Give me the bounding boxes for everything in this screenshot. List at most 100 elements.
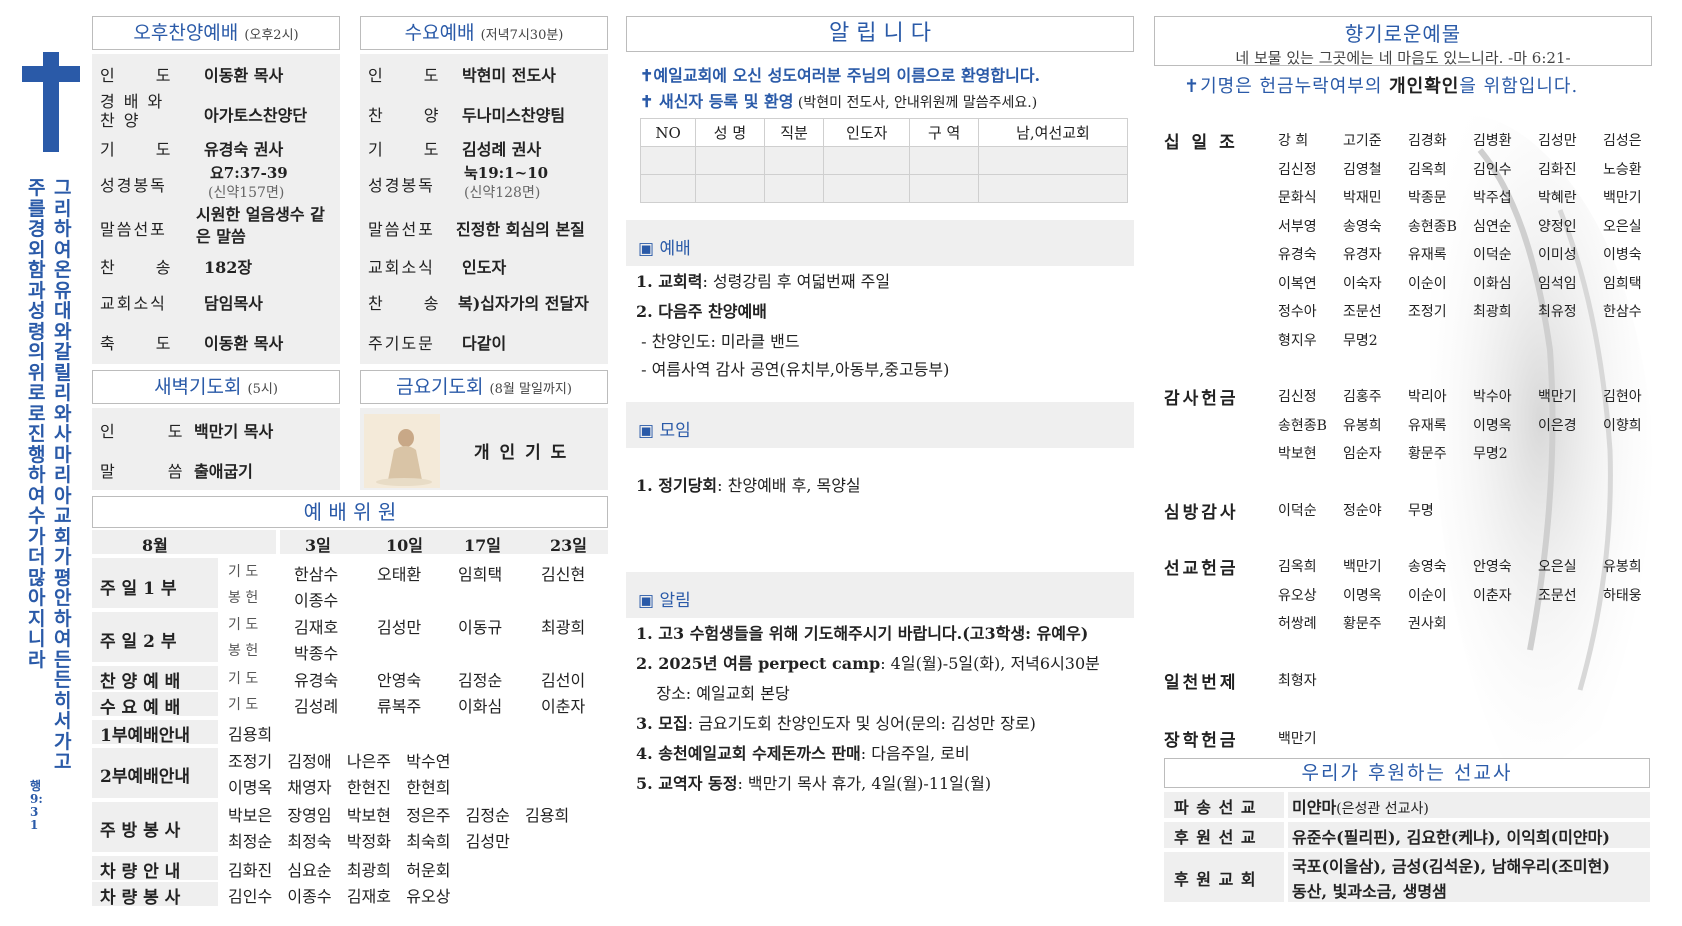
offering-name: 조정기 (1408, 304, 1447, 320)
wednesday-value: 김성례 권사 (462, 140, 542, 159)
wednesday-label: 주기도문 (368, 334, 435, 353)
afternoon-label: 말씀선포 (100, 220, 167, 239)
offering-name: 유봉희 (1343, 417, 1382, 434)
dawn-value: 백만기 목사 (194, 422, 274, 441)
missionary-value: 동산, 빛과소금, 생명샘 (1292, 882, 1447, 901)
offering-name: 이명옥 (1473, 417, 1512, 434)
committee-row-name: 수 요 예 배 (100, 698, 181, 718)
committee-cell: 박종수 (294, 644, 339, 663)
wednesday-time: (저녁7시30분) (480, 28, 564, 43)
friday-title: 금요기도회 (396, 376, 484, 398)
committee-title: 예 배 위 원 (92, 496, 608, 528)
offering-name: 한삼수 (1603, 304, 1642, 320)
offering-name: 임순자 (1343, 446, 1382, 462)
offering-name: 정수아 (1278, 304, 1317, 320)
offering-name: 무명2 (1343, 332, 1378, 349)
committee-date: 10일 (386, 536, 423, 555)
notice-item-bold: 5. 교역자 동정 (636, 774, 738, 793)
afternoon-label: 경배와찬양 (100, 92, 172, 130)
committee-row-name: 차 량 안 내 (100, 862, 181, 882)
notice-register: ✝ 새신자 등록 및 환영 (640, 92, 794, 111)
offering-name: 이숙자 (1343, 275, 1382, 292)
offering-name: 박수아 (1473, 389, 1512, 405)
offering-name: 김옥희 (1278, 559, 1317, 575)
wednesday-label: 말씀선포 (368, 220, 435, 239)
offering-name: 이순이 (1408, 587, 1447, 604)
offering-name: 김병환 (1473, 133, 1512, 149)
dawn-time: (5시) (247, 382, 278, 397)
missionary-value: 미얀마 (1292, 798, 1337, 817)
missionary-label: 후 원 교 회 (1174, 870, 1257, 889)
wednesday-label: 교회소식 (368, 258, 435, 277)
offering-name: 최유정 (1538, 304, 1577, 320)
offering-name: 문화식 (1278, 190, 1317, 206)
offering-name: 백만기 (1278, 731, 1317, 747)
offering-name: 김홍주 (1343, 389, 1382, 405)
offering-name: 유봉희 (1603, 559, 1642, 575)
offering-name: 이병숙 (1603, 247, 1642, 263)
wednesday-title: 수요예배 (404, 22, 475, 44)
afternoon-value: 유경숙 권사 (204, 140, 284, 159)
offering-name: 이순이 (1408, 275, 1447, 292)
sidebar-verse-col2: 주를 경외함과 성령의 위로로 진행하여 수가 더 많아지니라 (28, 177, 46, 671)
committee-date: 17일 (464, 536, 501, 555)
offering-name: 박주섭 (1473, 190, 1512, 206)
offering-name: 양정인 (1538, 218, 1577, 235)
offering-name: 이덕순 (1473, 247, 1512, 263)
committee-cell: 임희택 (458, 565, 503, 584)
committee-cell: 김성만 (377, 618, 422, 637)
notice-item-bold: 3. 모집 (636, 714, 688, 733)
committee-cell: 최광희 (541, 618, 586, 637)
offering-name: 김화진 (1538, 161, 1577, 178)
notice-item: - 여름사역 감사 공연(유치부,아동부,중고등부) (636, 360, 950, 379)
newcomer-header: 성 명 (695, 118, 765, 147)
offering-name: 심연순 (1473, 218, 1512, 235)
friday-content: 개 인 기 도 (474, 443, 569, 463)
offering-name: 유경자 (1343, 247, 1382, 263)
offering-name: 김신정 (1278, 389, 1317, 405)
offering-name: 송현종B (1278, 417, 1327, 434)
offering-name: 박보현 (1278, 446, 1317, 462)
missionary-value: 유준수(필리핀), 김요한(케냐), 이익희(미얀마) (1292, 828, 1610, 847)
newcomer-header: 직분 (763, 118, 825, 147)
committee-cell: 이춘자 (541, 697, 586, 716)
cell-bg (626, 402, 1134, 448)
dawn-label: 인 도 (100, 422, 207, 441)
committee-cell: 조정기 김정애 나은주 박수연 (228, 752, 451, 771)
afternoon-label: 찬 송 (100, 258, 189, 277)
afternoon-value: 담임목사 (204, 294, 263, 313)
newcomer-header: 인도자 (823, 118, 911, 147)
missionary-value-rest: (은성관 선교사) (1336, 801, 1429, 817)
afternoon-value: 시원한 얼음생수 같은 말씀 (196, 205, 325, 246)
cross-icon (22, 52, 80, 152)
committee-row-name: 주 일 2 부 (100, 632, 177, 652)
notice-item: : 성령강림 후 여덟번째 주일 (702, 272, 891, 291)
offering-name: 권사회 (1408, 616, 1447, 632)
committee-sub: 봉 헌 (228, 590, 259, 606)
offering-name: 백만기 (1343, 559, 1382, 575)
notice-item-bold: 1. 고3 수험생들을 위해 기도해주시기 바랍니다.(고3학생: 유예우) (636, 624, 1089, 643)
offering-note-post: 을 위함입니다. (1459, 76, 1579, 97)
committee-cell: 김인수 이종수 김재호 유오상 (228, 887, 451, 906)
offering-name: 송현종B (1408, 218, 1457, 235)
offering-name: 김성만 (1538, 133, 1577, 149)
offering-name: 형지우 (1278, 332, 1317, 349)
committee-cell: 김성례 (294, 697, 339, 716)
newcomer-table: NO 성 명 직분 인도자 구 역 남,여선교회 (639, 118, 1129, 203)
offering-name: 서부영 (1278, 218, 1317, 235)
committee-sub: 봉 헌 (228, 643, 259, 659)
offering-note: ✝기명은 헌금누락여부의 (1184, 76, 1390, 97)
afternoon-value: 요7:37-39 (210, 164, 288, 182)
afternoon-value: 아가토스찬양단 (204, 106, 308, 125)
committee-cell: 이화심 (458, 697, 503, 716)
committee-month: 8월 (142, 536, 168, 555)
wednesday-value: 진정한 회심의 본질 (456, 220, 585, 239)
committee-row-name: 주 일 1 부 (100, 579, 177, 599)
offering-group-label: 선교헌금 (1164, 559, 1239, 579)
newcomer-row (639, 146, 1129, 175)
offering-name: 오은실 (1603, 218, 1642, 235)
committee-date: 3일 (305, 536, 331, 555)
dawn-title: 새벽기도회 (154, 376, 242, 398)
offering-name: 박혜란 (1538, 190, 1577, 206)
committee-sub: 기 도 (228, 697, 259, 713)
